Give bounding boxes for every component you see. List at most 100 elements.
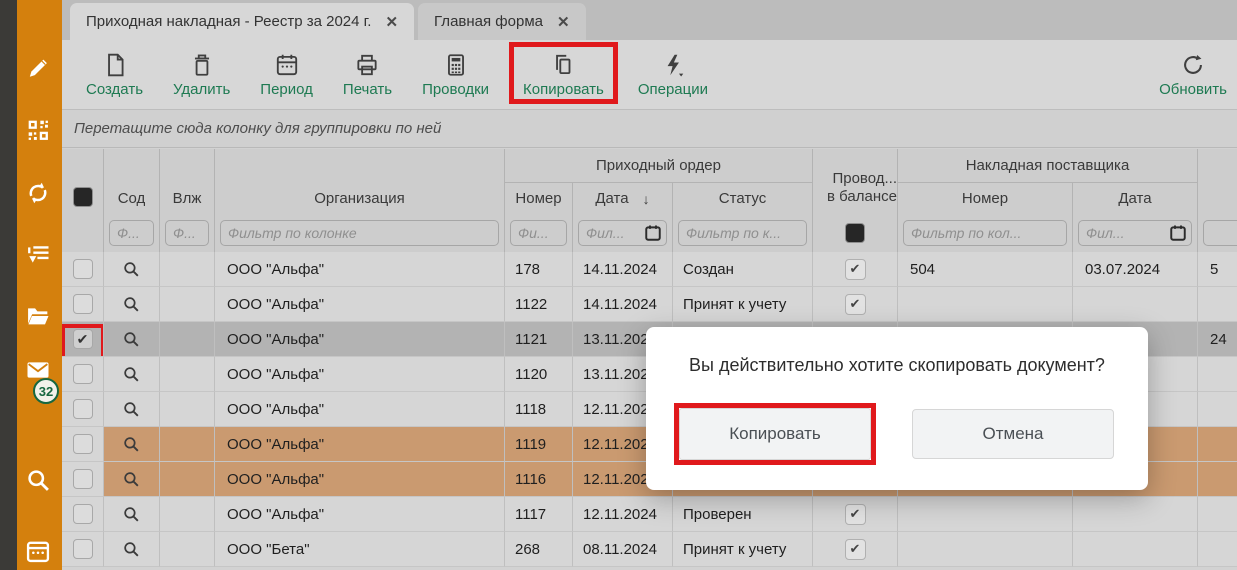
supplier-date-cell [1073,532,1198,567]
dialog-message: Вы действительно хотите скопировать доку… [646,355,1148,376]
search-icon[interactable] [122,435,141,454]
calendar-icon[interactable] [1169,224,1187,242]
lightning-dropdown-icon [660,52,686,78]
search-icon[interactable] [122,505,141,524]
row-checkbox-cell [62,462,104,497]
column-header-provod[interactable]: Провод... в балансе [813,149,898,214]
search-icon[interactable] [122,260,141,279]
row-checkbox[interactable] [73,469,93,489]
printer-icon [354,52,380,78]
filter-input-num[interactable] [510,220,567,246]
order-number-cell: 178 [505,252,573,287]
filter-cell-supplier-date [1073,214,1198,252]
period-button[interactable]: Период [260,52,313,98]
column-header-num[interactable]: Номер [505,183,573,214]
search-icon[interactable] [122,470,141,489]
select-all-cell [62,149,104,214]
filter-cell-sod [104,214,160,252]
row-checkbox[interactable] [73,294,93,314]
calendar-icon [274,52,300,78]
close-icon[interactable]: ✕ [385,13,398,31]
table-row[interactable]: ООО "Альфа" 1122 14.11.2024 Принят к уче… [62,287,1237,322]
create-button[interactable]: Создать [86,52,143,98]
delete-button[interactable]: Удалить [173,52,230,98]
column-header-vlzh[interactable]: Влж [160,149,215,214]
annotation-highlight-confirm-button: Копировать [674,403,876,465]
status-cell: Проверен [673,497,813,532]
list-import-icon[interactable] [24,241,52,269]
filter-input-status[interactable] [678,220,807,246]
column-header-status[interactable]: Статус [673,183,813,214]
calendar-icon[interactable] [644,224,662,242]
in-balance-filter-checkbox[interactable] [845,223,865,243]
row-checkbox-cell [62,392,104,427]
tab-label: Приходная накладная - Реестр за 2024 г. [86,13,371,30]
column-header-sod[interactable]: Сод [104,149,160,214]
filter-input-org[interactable] [220,220,499,246]
search-icon[interactable] [122,400,141,419]
postings-button[interactable]: Проводки [422,52,489,98]
row-checkbox[interactable] [73,364,93,384]
supplier-date-cell [1073,497,1198,532]
status-cell: Принят к учету [673,532,813,567]
filter-input-sod[interactable] [109,220,154,246]
close-icon[interactable]: ✕ [557,13,570,31]
search-icon[interactable] [24,466,52,494]
row-checkbox[interactable] [73,259,93,279]
in-balance-checkbox[interactable] [845,504,866,525]
column-header-org[interactable]: Организация [215,149,505,214]
order-number-cell: 1120 [505,357,573,392]
print-button[interactable]: Печать [343,52,392,98]
tab-main-form[interactable]: Главная форма ✕ [418,3,586,40]
search-icon[interactable] [122,540,141,559]
select-all-checkbox[interactable] [73,187,93,207]
column-header-supplier-date[interactable]: Дата [1073,183,1198,214]
organization-cell: ООО "Бета" [215,532,505,567]
order-number-cell: 268 [505,532,573,567]
refresh-button[interactable]: Обновить [1159,52,1227,98]
in-balance-checkbox[interactable] [845,294,866,315]
sync-icon[interactable] [24,179,52,207]
confirm-copy-button[interactable]: Копировать [679,408,871,460]
table-row[interactable]: ООО "Бета" 268 08.11.2024 Принят к учету [62,532,1237,567]
copy-icon [550,52,576,78]
supplier-number-cell [898,287,1073,322]
row-checkbox[interactable] [73,539,93,559]
tab-registry[interactable]: Приходная накладная - Реестр за 2024 г. … [70,3,414,40]
copy-button[interactable]: Копировать [523,52,604,98]
in-balance-cell [813,252,898,287]
row-checkbox[interactable] [73,434,93,454]
calendar-icon[interactable] [24,537,52,565]
filter-input-extra[interactable] [1203,220,1237,246]
row-checkbox[interactable] [73,329,93,349]
in-balance-checkbox[interactable] [845,259,866,280]
sidebar-dark-strip [0,0,17,570]
table-row[interactable]: ООО "Альфа" 1117 12.11.2024 Проверен [62,497,1237,532]
content-cell [104,357,160,392]
filter-cell-supplier-num [898,214,1073,252]
filter-input-supplier-num[interactable] [903,220,1067,246]
in-balance-checkbox[interactable] [845,539,866,560]
row-checkbox[interactable] [73,399,93,419]
row-checkbox[interactable] [73,504,93,524]
order-number-cell: 1122 [505,287,573,322]
cancel-button[interactable]: Отмена [912,409,1114,459]
pencil-icon[interactable] [24,54,52,82]
mail-badge: 32 [33,378,59,404]
folder-open-icon[interactable] [24,302,52,330]
qr-code-icon[interactable] [24,116,52,144]
content-cell [104,532,160,567]
content-cell [104,497,160,532]
column-header-date[interactable]: Дата ↓ [573,183,673,214]
search-icon[interactable] [122,330,141,349]
filter-cell-extra [1198,214,1237,252]
grouping-hint-bar[interactable]: Перетащите сюда колонку для группировки … [62,110,1237,148]
search-icon[interactable] [122,365,141,384]
column-header-supplier-num[interactable]: Номер [898,183,1073,214]
grouping-hint-text: Перетащите сюда колонку для группировки … [74,120,441,137]
table-row[interactable]: ООО "Альфа" 178 14.11.2024 Создан 504 03… [62,252,1237,287]
operations-button[interactable]: Операции [638,52,708,98]
in-balance-cell [813,497,898,532]
search-icon[interactable] [122,295,141,314]
filter-input-vlzh[interactable] [165,220,209,246]
